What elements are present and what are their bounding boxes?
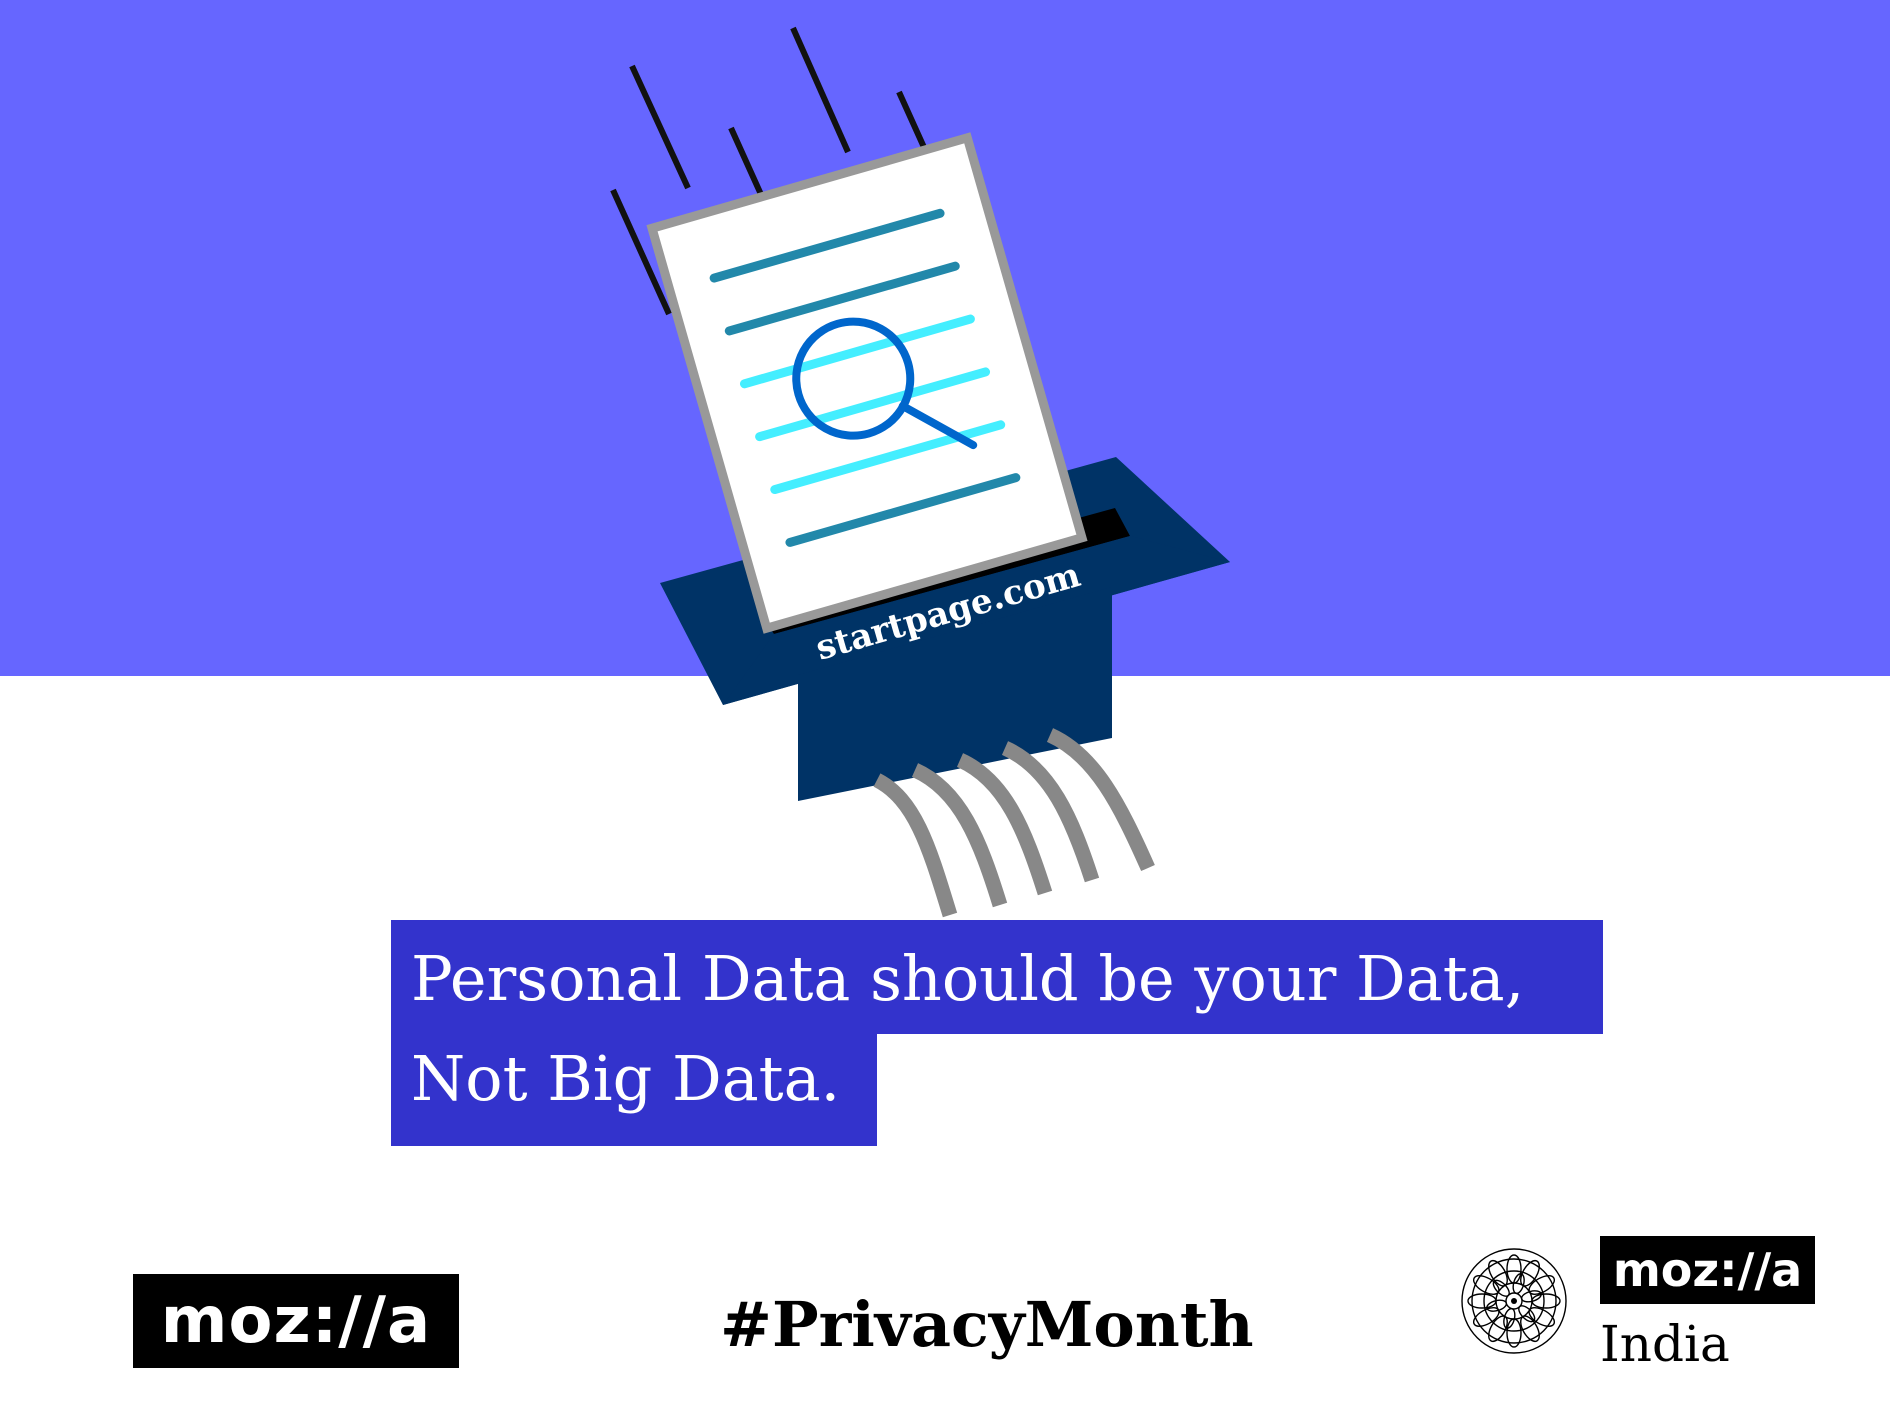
headline-line-1: Personal Data should be your Data,: [391, 920, 1603, 1034]
mozilla-logo: moz://a: [133, 1274, 459, 1368]
headline-line-2: Not Big Data.: [391, 1034, 877, 1146]
hashtag: #PrivacyMonth: [720, 1288, 1254, 1361]
paper-document: [646, 132, 1088, 634]
mozilla-india-logo: moz://a: [1600, 1236, 1815, 1304]
region-label: India: [1600, 1315, 1730, 1373]
shredder-illustration: startpage.com: [610, 26, 1230, 918]
lotus-mandala-icon: [1461, 1248, 1567, 1354]
poster: startpage.com Personal Data should be yo…: [0, 0, 1890, 1417]
